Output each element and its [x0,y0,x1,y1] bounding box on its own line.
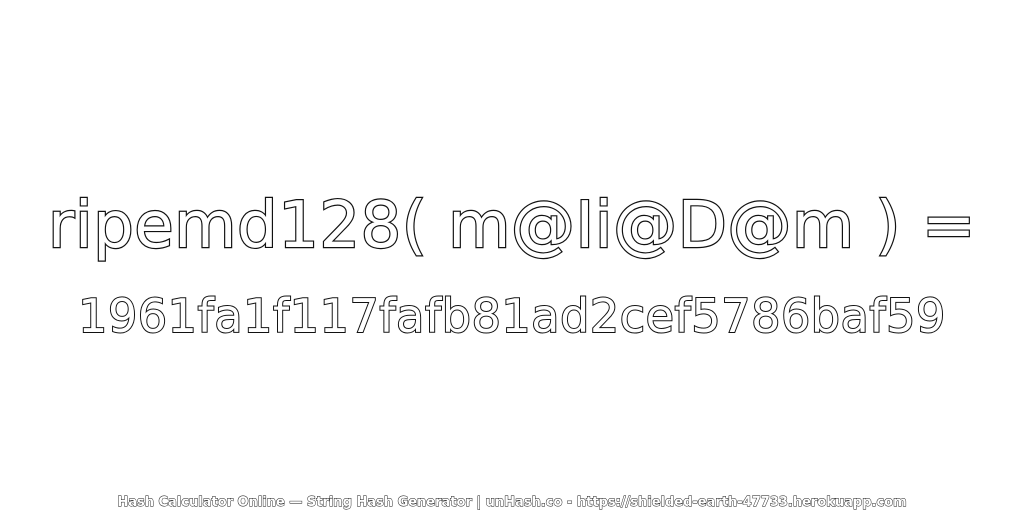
site-footer-caption: Hash Calculator Online — String Hash Gen… [117,495,907,511]
hash-expression: ripemd128( m@Ii@D@m ) = [47,188,977,264]
hash-image-canvas: ripemd128( m@Ii@D@m ) = 1961fa1f117fafb8… [0,0,1024,512]
hash-result: 1961fa1f117fafb81ad2cef5786baf59 [77,288,946,344]
